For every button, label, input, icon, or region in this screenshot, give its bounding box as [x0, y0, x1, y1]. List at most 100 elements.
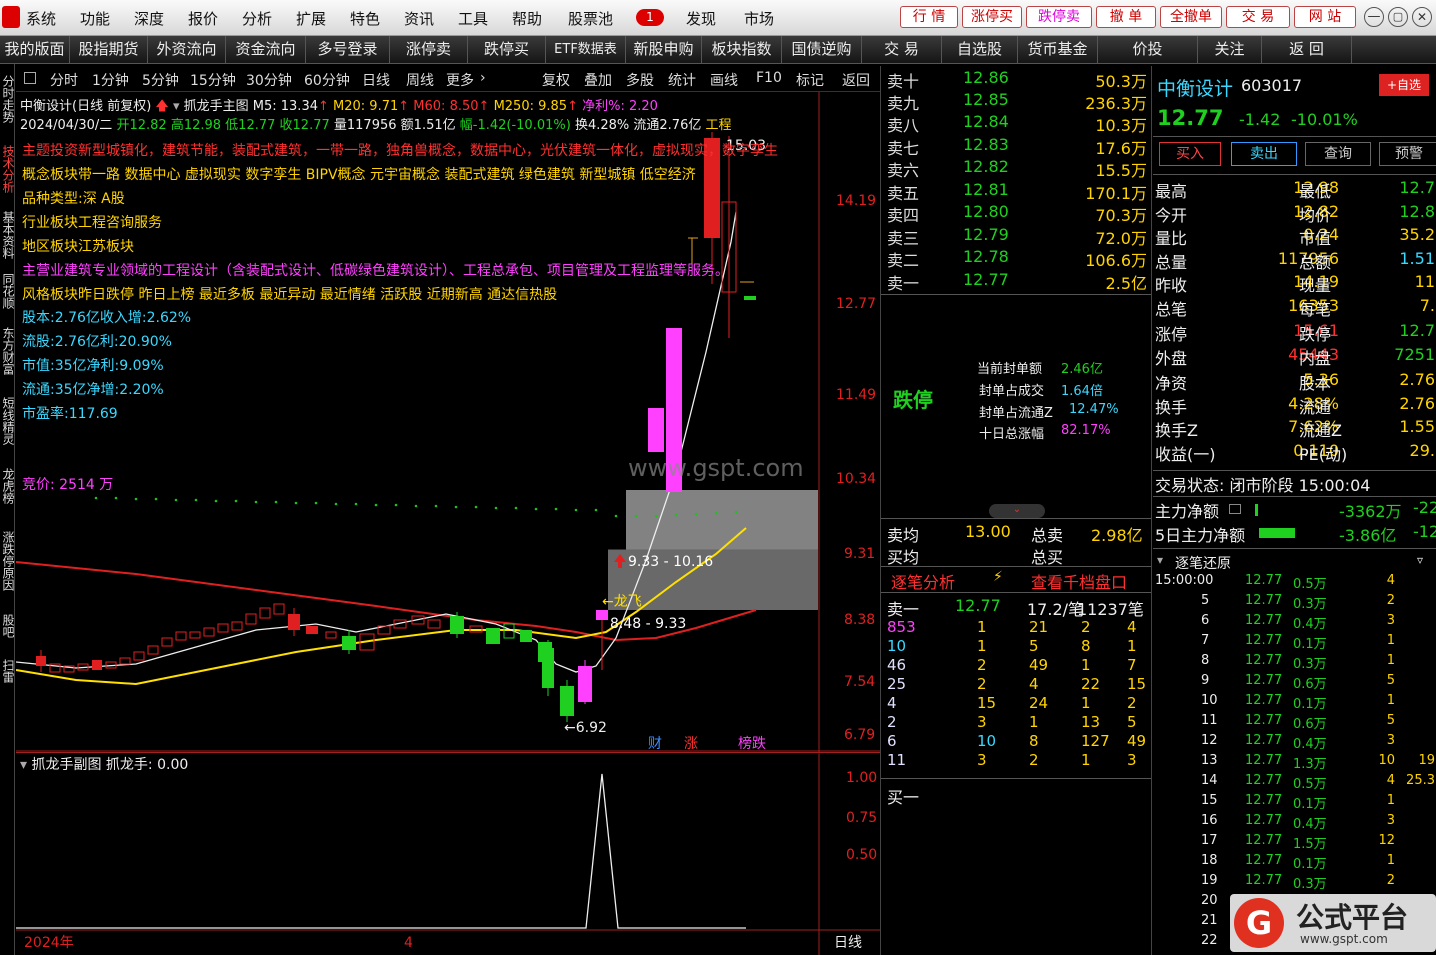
period-toggle-icon[interactable] [24, 72, 36, 84]
vtab-ths[interactable]: 同花顺 [0, 266, 15, 316]
sell-row[interactable]: 卖五 12.81 170.1万 [881, 180, 1151, 203]
limit-down-sell-button[interactable]: 跌停卖 [1026, 6, 1092, 28]
period-mark[interactable]: 标记 [796, 70, 824, 90]
stock-pool-link[interactable]: 股票池 [568, 8, 613, 29]
toolbar-etf-data[interactable]: ETF数据表 [546, 36, 626, 63]
sell-row[interactable]: 卖四 12.80 70.3万 [881, 202, 1151, 225]
toolbar-repo[interactable]: 国债逆购 [782, 36, 862, 63]
period-15min[interactable]: 15分钟 [190, 70, 236, 90]
toolbar-follow[interactable]: 关注 [1198, 36, 1262, 63]
sell-button[interactable]: 卖出 [1231, 142, 1297, 166]
buy-button[interactable]: 买入 [1159, 142, 1221, 166]
trade-button[interactable]: 交 易 [1226, 6, 1290, 28]
period-restore-rights[interactable]: 复权 [542, 70, 570, 90]
vtab-timeshare[interactable]: 分时走势 [0, 64, 15, 134]
tick-cell: 22 [1201, 933, 1218, 948]
sell-row[interactable]: 卖三 12.79 72.0万 [881, 225, 1151, 248]
toolbar-multi-login[interactable]: 多号登录 [306, 36, 390, 63]
vtab-limit-reason[interactable]: 涨跌停原因 [0, 516, 15, 606]
minimize-icon[interactable]: — [1364, 7, 1384, 27]
menu-function[interactable]: 功能 [80, 8, 110, 29]
website-button[interactable]: 网 站 [1294, 6, 1356, 28]
query-button[interactable]: 查询 [1305, 142, 1371, 166]
vtab-dragon-tiger[interactable]: 龙虎榜 [0, 456, 15, 516]
period-draw[interactable]: 画线 [710, 70, 738, 90]
menu-icon[interactable] [1229, 504, 1241, 514]
period-multi-stock[interactable]: 多股 [626, 70, 654, 90]
tab-tick-analysis[interactable]: 逐笔分析 [891, 569, 955, 593]
limit-up-buy-button[interactable]: 涨停买 [962, 6, 1022, 28]
add-watchlist-button[interactable]: +自选 [1379, 74, 1429, 96]
toolbar-index-futures[interactable]: 股指期货 [70, 36, 148, 63]
vtab-forum[interactable]: 股吧 [0, 606, 15, 646]
toolbar-watchlist[interactable]: 自选股 [942, 36, 1018, 63]
menu-extend[interactable]: 扩展 [296, 8, 326, 29]
discover-link[interactable]: 发现 [686, 8, 716, 29]
close-icon[interactable]: ✕ [1412, 7, 1432, 27]
period-daily[interactable]: 日线 [362, 70, 390, 90]
kline-chart[interactable]: 14.19 12.77 11.49 10.34 9.31 8.38 7.54 6… [16, 92, 880, 752]
toolbar-ipo[interactable]: 新股申购 [626, 36, 702, 63]
menu-analysis[interactable]: 分析 [242, 8, 272, 29]
cancel-order-button[interactable]: 撤 单 [1096, 6, 1156, 28]
collapse-icon[interactable]: ⌄ [989, 504, 1045, 518]
restore-icon[interactable]: ▢ [1388, 7, 1408, 27]
sub-indicator-line [16, 773, 746, 929]
vtab-short-line[interactable]: 短线精灵 [0, 386, 15, 456]
toolbar-limit-down-buy[interactable]: 跌停买 [468, 36, 546, 63]
chevron-right-icon[interactable]: › [480, 70, 486, 86]
sell-row[interactable]: 卖九 12.85 236.3万 [881, 90, 1151, 113]
market-link[interactable]: 市场 [744, 8, 774, 29]
toolbar-money-fund[interactable]: 货币基金 [1018, 36, 1098, 63]
sell-row[interactable]: 卖八 12.84 10.3万 [881, 112, 1151, 135]
toolbar-sector-index[interactable]: 板块指数 [702, 36, 782, 63]
tick-cell: 19 [1418, 753, 1435, 768]
tag-finance[interactable]: 财 [648, 736, 662, 752]
vtab-basic[interactable]: 基本资料 [0, 204, 15, 266]
menu-news[interactable]: 资讯 [404, 8, 434, 29]
period-back[interactable]: 返回 [842, 70, 870, 90]
sell-row[interactable]: 卖一 12.77 2.5亿 [881, 270, 1151, 293]
period-stats[interactable]: 统计 [668, 70, 696, 90]
period-f10[interactable]: F10 [756, 70, 782, 86]
tab-depth[interactable]: 查看千档盘口 [1031, 569, 1127, 593]
alert-button[interactable]: 预警 [1379, 142, 1436, 166]
chevron-down-icon[interactable]: ▾ [1157, 553, 1163, 567]
toolbar-value-invest[interactable]: 价投 [1098, 36, 1198, 63]
menu-feature[interactable]: 特色 [350, 8, 380, 29]
period-timeshare[interactable]: 分时 [50, 70, 78, 90]
vtab-technical[interactable]: 技术分析 [0, 134, 15, 204]
tag-list[interactable]: 榜跌 [738, 735, 766, 752]
menu-help[interactable]: 帮助 [512, 8, 542, 29]
vtab-eastmoney[interactable]: 东方财富 [0, 316, 15, 386]
menu-depth[interactable]: 深度 [134, 8, 164, 29]
toolbar-foreign-flow[interactable]: 外资流向 [148, 36, 226, 63]
menu-tools[interactable]: 工具 [458, 8, 488, 29]
toolbar-back[interactable]: 返 回 [1262, 36, 1352, 63]
menu-system[interactable]: 系统 [26, 8, 56, 29]
period-60min[interactable]: 60分钟 [304, 70, 350, 90]
vtab-scan[interactable]: 扫雷 [0, 646, 15, 696]
toolbar-limit-up-sell[interactable]: 涨停卖 [390, 36, 468, 63]
tag-limit[interactable]: 涨 [684, 736, 698, 752]
sell-row[interactable]: 卖十 12.86 50.3万 [881, 68, 1151, 91]
filter-icon[interactable]: ▿ [1417, 553, 1423, 567]
sell-row[interactable]: 卖七 12.83 17.6万 [881, 135, 1151, 158]
sell-row[interactable]: 卖六 12.82 15.5万 [881, 157, 1151, 180]
period-more[interactable]: 更多 [446, 70, 474, 90]
sell-row[interactable]: 卖二 12.78 106.6万 [881, 247, 1151, 270]
chevron-down-icon[interactable]: ▾ [173, 99, 180, 114]
period-1min[interactable]: 1分钟 [92, 70, 129, 90]
period-overlay[interactable]: 叠加 [584, 70, 612, 90]
toolbar-capital-flow[interactable]: 资金流向 [226, 36, 306, 63]
toolbar-my-layout[interactable]: 我的版面 [0, 36, 70, 63]
period-weekly[interactable]: 周线 [406, 70, 434, 90]
main-net-value-2: -22 [1413, 498, 1436, 517]
quote-label: 量比 [1155, 229, 1188, 248]
period-5min[interactable]: 5分钟 [142, 70, 179, 90]
quote-button[interactable]: 行 情 [900, 6, 958, 28]
toolbar-trade[interactable]: 交 易 [862, 36, 942, 63]
menu-quote[interactable]: 报价 [188, 8, 218, 29]
cancel-all-button[interactable]: 全撤单 [1160, 6, 1222, 28]
period-30min[interactable]: 30分钟 [246, 70, 292, 90]
